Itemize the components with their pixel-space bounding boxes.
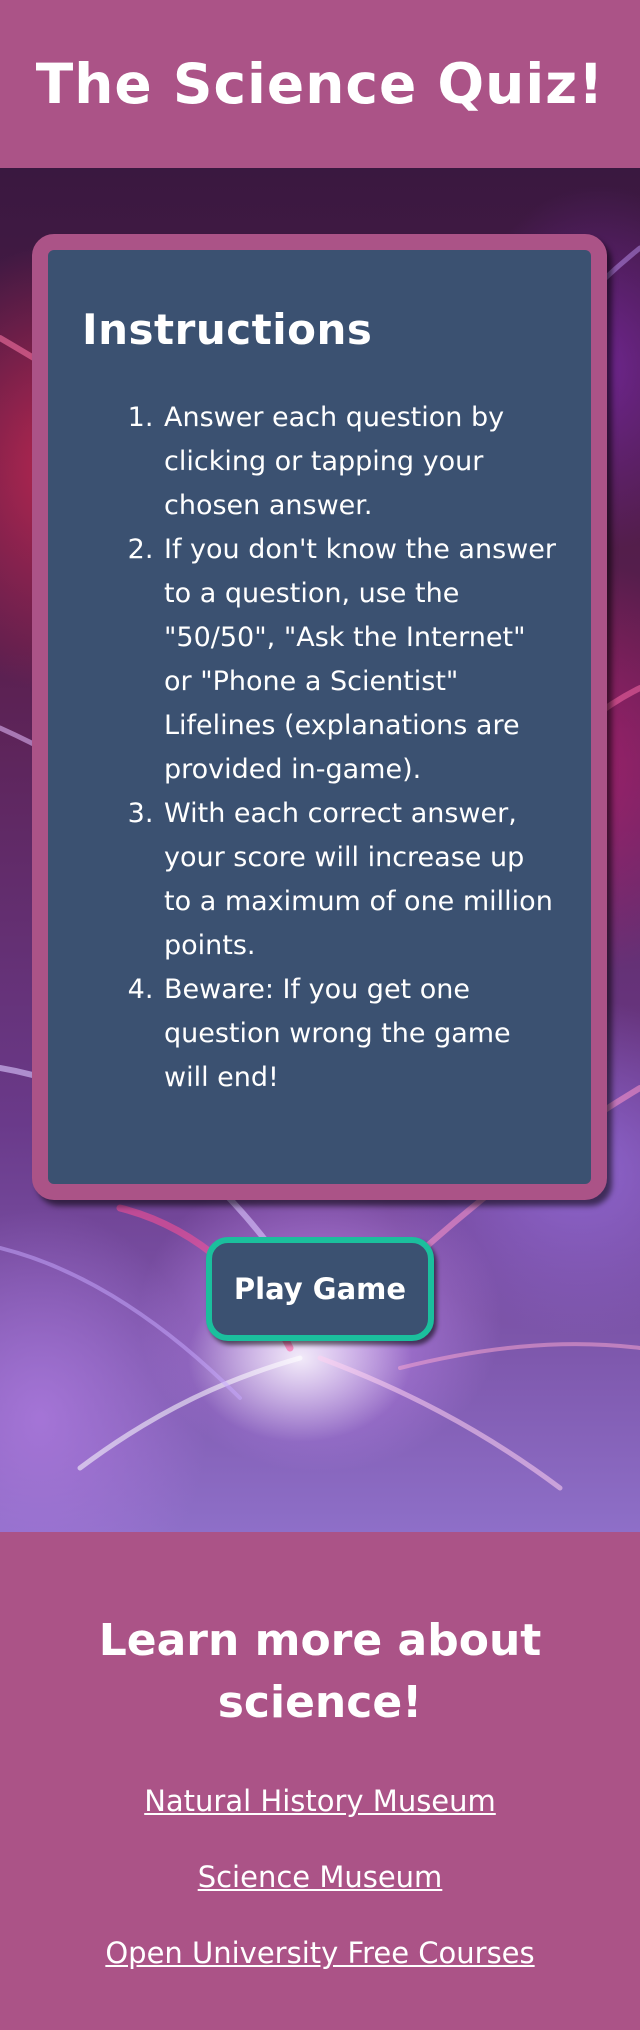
science-museum-link[interactable]: Science Museum	[198, 1860, 443, 1894]
play-game-button[interactable]: Play Game	[206, 1237, 434, 1341]
open-university-link[interactable]: Open University Free Courses	[105, 1936, 534, 1970]
footer-heading: Learn more about science!	[98, 1615, 542, 1728]
natural-history-museum-link[interactable]: Natural History Museum	[144, 1784, 496, 1818]
site-footer: Learn more about science! Natural Histor…	[0, 1532, 640, 2030]
list-item: Natural History Museum	[0, 1784, 640, 1860]
list-item: Science Museum	[0, 1860, 640, 1936]
list-item: Answer each question by clicking or tapp…	[162, 396, 557, 528]
list-item: Beware: If you get one question wrong th…	[162, 968, 557, 1100]
instructions-card: Instructions Answer each question by cli…	[32, 234, 607, 1200]
list-item: Open University Free Courses	[0, 1936, 640, 2012]
hero-section: Instructions Answer each question by cli…	[0, 168, 640, 1532]
site-header: The Science Quiz!	[0, 0, 640, 168]
list-item: With each correct answer, your score wil…	[162, 792, 557, 968]
site-title: The Science Quiz!	[35, 52, 605, 116]
list-item: If you don't know the answer to a questi…	[162, 528, 557, 792]
instructions-heading: Instructions	[82, 305, 373, 354]
instructions-list: Answer each question by clicking or tapp…	[82, 396, 557, 1100]
footer-links: Natural History Museum Science Museum Op…	[0, 1784, 640, 2012]
